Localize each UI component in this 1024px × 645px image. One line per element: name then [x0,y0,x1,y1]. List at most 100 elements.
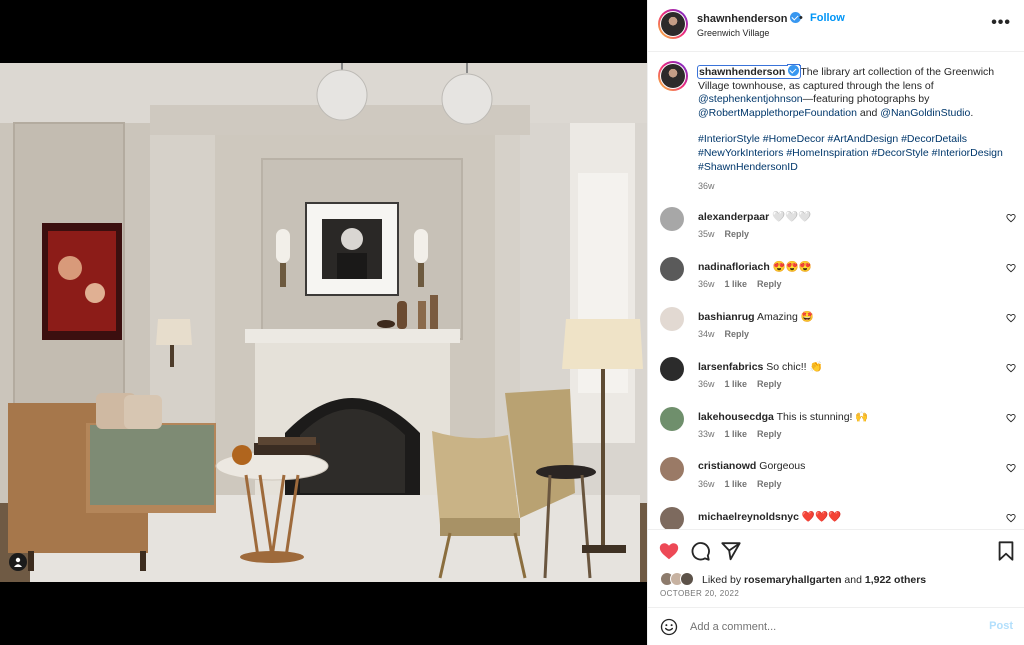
comment-like-icon[interactable] [1006,463,1016,473]
comment-body: So chic!! 👏 [766,361,823,373]
post-comment-button[interactable]: Post [989,620,1013,632]
comment-text: cristianowd Gorgeous [698,460,805,472]
caption-hashtags[interactable]: #InteriorStyle #HomeDecor #ArtAndDesign … [698,133,1016,174]
liker-avatar [680,572,694,586]
follow-button[interactable]: Follow [810,12,845,24]
post-panel: shawnhenderson • Follow Greenwich Villag… [647,0,1024,645]
post-location[interactable]: Greenwich Village [697,28,769,38]
comment-like-icon[interactable] [1006,513,1016,523]
commenter-username[interactable]: lakehousecdga [698,411,774,423]
comment-age[interactable]: 35w [698,229,715,239]
comment-age[interactable]: 36w [698,279,715,289]
comment-like-icon[interactable] [1006,313,1016,323]
commenter-username[interactable]: michaelreynoldsnyc [698,511,799,523]
commenter-username[interactable]: nadinafloriach [698,261,770,273]
commenter-avatar[interactable] [660,307,684,331]
comment-body: 😍😍😍 [772,261,812,273]
comment-composer: Post [648,607,1024,645]
liked-by-text: Liked by rosemaryhallgarten and 1,922 ot… [702,574,927,586]
comment-body: Gorgeous [759,460,806,472]
comment-item: michaelreynoldsnyc ❤️❤️❤️ [658,507,1018,529]
commenter-username[interactable]: cristianowd [698,460,756,472]
commenter-username[interactable]: larsenfabrics [698,361,763,373]
post-date[interactable]: OCTOBER 20, 2022 [660,589,739,598]
liker-avatars [660,572,700,588]
interior-photo [0,63,647,582]
commenter-avatar[interactable] [660,407,684,431]
liked-by-user[interactable]: rosemaryhallgarten [744,574,841,586]
comment-body: Amazing 🤩 [756,311,814,323]
comment-text: larsenfabrics So chic!! 👏 [698,360,823,373]
comment-text: nadinafloriach 😍😍😍 [698,260,812,273]
comment-meta: 36w 1 like Reply [698,479,792,489]
user-icon [14,557,22,567]
bookmark-icon[interactable] [995,540,1017,562]
comment-text: bashianrug Amazing 🤩 [698,310,814,323]
comment-icon[interactable] [689,540,711,562]
comment-item: lakehousecdga This is stunning! 🙌 33w 1 li… [658,407,1018,447]
comment-meta: 34w Reply [698,329,759,339]
comment-like-icon[interactable] [1006,263,1016,273]
commenter-avatar[interactable] [660,357,684,381]
reply-button[interactable]: Reply [725,229,750,239]
comment-text: alexanderpaar 🤍🤍🤍 [698,210,811,223]
comment-meta: 36w 1 like Reply [698,279,792,289]
comment-text: lakehousecdga This is stunning! 🙌 [698,410,868,423]
caption-age: 36w [698,181,715,192]
comment-text: michaelreynoldsnyc ❤️❤️❤️ [698,510,841,523]
commenter-username[interactable]: alexanderpaar [698,211,769,223]
more-options-icon[interactable]: ••• [991,14,1011,32]
mention-link[interactable]: @RobertMapplethorpeFoundation [698,107,857,119]
mention-link[interactable]: @stephenkentjohnson [698,93,803,105]
comment-like-icon[interactable] [1006,363,1016,373]
comment-likes[interactable]: 1 like [725,479,748,489]
reply-button[interactable]: Reply [757,379,782,389]
caption-text: shawnhenderson The library art collection… [696,65,1016,194]
heart-filled-icon[interactable] [658,540,680,562]
commenter-username[interactable]: bashianrug [698,311,755,323]
comment-item: larsenfabrics So chic!! 👏 36w 1 like Reply [658,357,1018,397]
comment-likes[interactable]: 1 like [725,429,748,439]
share-icon[interactable] [720,540,742,562]
comment-item: cristianowd Gorgeous 36w 1 like Reply [658,457,1018,497]
commenter-avatar[interactable] [660,257,684,281]
caption-username[interactable]: shawnhenderson [696,65,802,79]
post-header: shawnhenderson • Follow Greenwich Villag… [648,0,1024,52]
reply-button[interactable]: Reply [757,479,782,489]
comment-age[interactable]: 33w [698,429,715,439]
comment-likes[interactable]: 1 like [725,279,748,289]
commenter-avatar[interactable] [660,207,684,231]
comment-like-icon[interactable] [1006,213,1016,223]
comment-meta: 33w 1 like Reply [698,429,792,439]
post-media [0,0,647,645]
comment-item: nadinafloriach 😍😍😍 36w 1 like Reply [658,257,1018,297]
author-avatar[interactable] [658,9,688,39]
comment-meta: 35w Reply [698,229,759,239]
commenter-avatar[interactable] [660,457,684,481]
comment-body: This is stunning! 🙌 [776,411,869,423]
emoji-icon[interactable] [660,618,678,636]
commenter-avatar[interactable] [660,507,684,529]
comment-item: alexanderpaar 🤍🤍🤍 35w Reply [658,207,1018,247]
separator-dot: • [799,12,803,24]
author-username[interactable]: shawnhenderson [697,12,802,25]
comment-age[interactable]: 36w [698,479,715,489]
verified-badge-icon [788,65,800,76]
reply-button[interactable]: Reply [725,329,750,339]
comment-age[interactable]: 36w [698,379,715,389]
comment-age[interactable]: 34w [698,329,715,339]
tagged-users-button[interactable] [9,553,27,571]
reply-button[interactable]: Reply [757,279,782,289]
reply-button[interactable]: Reply [757,429,782,439]
comment-likes[interactable]: 1 like [725,379,748,389]
comment-input[interactable] [690,618,970,636]
post-photo[interactable] [0,63,647,582]
comment-body: ❤️❤️❤️ [801,511,842,523]
comment-like-icon[interactable] [1006,413,1016,423]
caption-avatar[interactable] [658,61,688,91]
comments-list[interactable]: shawnhenderson The library art collection… [648,53,1024,529]
comment-body: 🤍🤍🤍 [772,211,812,223]
liked-others-count[interactable]: 1,922 others [865,574,926,586]
mention-link[interactable]: @NanGoldinStudio [880,107,970,119]
comment-item: bashianrug Amazing 🤩 34w Reply [658,307,1018,347]
